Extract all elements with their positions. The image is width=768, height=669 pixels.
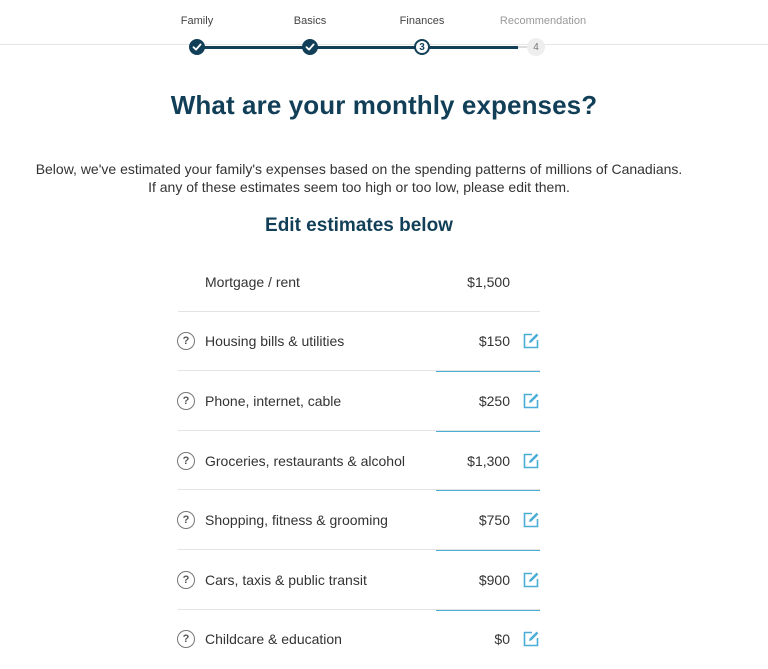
step-basics-check-icon[interactable] [302,39,318,55]
edit-pencil-icon[interactable] [522,332,540,350]
question-circle-icon[interactable]: ? [177,570,195,589]
expense-row-transport: ? Cars, taxis & public transit $900 [0,550,768,611]
step-label-family: Family [180,15,214,27]
page-title: What are your monthly expenses? [170,90,598,120]
expense-row-shopping: ? Shopping, fitness & grooming $750 [0,490,768,551]
expense-list: Mortgage / rent $1,500 ? Housing bills &… [0,252,768,669]
expense-label: Housing bills & utilities [205,333,345,350]
question-circle-icon[interactable]: ? [177,391,195,410]
header-divider [0,44,768,45]
question-circle-icon[interactable]: ? [177,451,195,470]
expense-label: Shopping, fitness & grooming [205,512,388,529]
expense-amount-input[interactable]: $900 [436,572,510,588]
step-label-finances: Finances [399,15,445,27]
expense-amount-input[interactable]: $250 [436,393,510,409]
expense-label: Childcare & education [205,631,342,648]
expense-row-phone: ? Phone, internet, cable $250 [0,371,768,432]
edit-pencil-icon[interactable] [522,571,540,589]
step-recommendation-future: 4 [527,38,545,56]
progress-track-2 [310,46,422,49]
expense-label: Mortgage / rent [205,273,300,290]
edit-pencil-icon[interactable] [522,630,540,648]
question-circle-icon[interactable]: ? [177,332,195,351]
expense-amount-input[interactable]: $0 [436,631,510,647]
step-family-check-icon[interactable] [189,39,205,55]
question-circle-icon[interactable]: ? [177,630,195,649]
edit-pencil-icon[interactable] [522,452,540,470]
intro-text: Below, we've estimated your family's exp… [0,160,718,196]
check-icon [305,43,315,51]
progress-track-3 [422,46,518,49]
expense-label: Phone, internet, cable [205,392,342,409]
expense-row-groceries: ? Groceries, restaurants & alcohol $1,30… [0,431,768,492]
progress-track-1 [197,46,310,49]
step-finances-current: 3 [414,39,430,55]
intro-line-1: Below, we've estimated your family's exp… [35,161,683,177]
step-label-recommendation: Recommendation [499,15,587,27]
edit-pencil-icon[interactable] [522,392,540,410]
expense-amount: $1,500 [467,273,510,290]
expense-row-mortgage: Mortgage / rent $1,500 [0,252,768,312]
step-label-basics: Basics [293,15,327,27]
expense-row-childcare: ? Childcare & education $0 [0,610,768,669]
check-icon [192,43,202,51]
expense-label: Cars, taxis & public transit [205,571,367,588]
expense-amount-input[interactable]: $150 [436,333,510,349]
expense-amount-input[interactable]: $1,300 [436,453,510,469]
progress-stepper: Family Basics Finances Recommendation 3 … [0,0,768,64]
edit-pencil-icon[interactable] [522,511,540,529]
question-circle-icon[interactable]: ? [177,511,195,530]
intro-line-2: If any of these estimates seem too high … [148,179,570,195]
expense-label: Groceries, restaurants & alcohol [205,452,405,469]
expense-row-housing: ? Housing bills & utilities $150 [0,312,768,373]
expense-amount-input[interactable]: $750 [436,512,510,528]
edit-estimates-heading: Edit estimates below [265,215,453,236]
